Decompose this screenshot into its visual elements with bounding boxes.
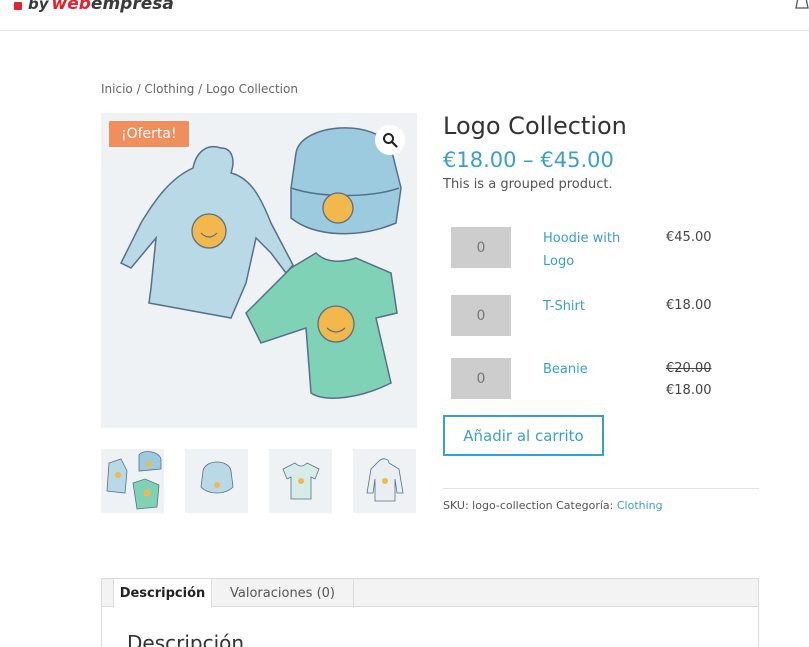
product-illustration: [119, 127, 402, 399]
thumbnail-gallery: [101, 449, 417, 513]
tab-reviews[interactable]: Valoraciones (0): [212, 579, 354, 608]
top-bar: by web empresa: [0, 0, 809, 31]
grouped-item-link[interactable]: T-Shirt: [543, 295, 643, 318]
logo-empresa: empresa: [90, 0, 174, 14]
site-logo[interactable]: by web empresa: [14, 0, 174, 14]
quantity-input[interactable]: 0: [451, 227, 511, 268]
cart-icon[interactable]: [795, 0, 809, 10]
grouped-item-price: €45.00: [666, 230, 712, 245]
grouped-item-name-line: Hoodie with: [543, 231, 621, 246]
logo-mark-icon: [14, 2, 22, 10]
tab-description[interactable]: Descripción: [114, 579, 212, 608]
divider: [443, 488, 759, 489]
price-high: €45.00: [540, 148, 614, 172]
product-main-image[interactable]: ¡Oferta!: [101, 113, 417, 428]
grouped-item-link[interactable]: Hoodie with Logo: [543, 227, 643, 273]
price-low: €18.00: [443, 148, 517, 172]
quantity-input[interactable]: 0: [451, 295, 511, 336]
breadcrumb: Inicio / Clothing / Logo Collection: [101, 82, 298, 96]
grouped-item-name-line: Logo: [543, 254, 575, 269]
grouped-item-price: €18.00: [666, 298, 712, 313]
thumbnail-beanie[interactable]: [185, 449, 248, 513]
sale-price: €18.00: [666, 383, 712, 398]
zoom-button[interactable]: [375, 125, 405, 155]
tab-content-heading: Descripción: [127, 631, 245, 647]
old-price: €20.00: [666, 361, 712, 376]
sku-value: logo-collection: [472, 499, 553, 512]
price-separator: –: [523, 148, 534, 172]
product-price-range: €18.00 – €45.00: [443, 148, 614, 172]
thumbnail-hoodie[interactable]: [353, 449, 416, 513]
grouped-item-link[interactable]: Beanie: [543, 358, 643, 381]
quantity-input[interactable]: 0: [451, 358, 511, 399]
category-label: Categoría:: [556, 499, 614, 512]
thumbnail-collection[interactable]: [101, 449, 164, 513]
sale-badge: ¡Oferta!: [109, 121, 189, 147]
product-title: Logo Collection: [443, 112, 627, 140]
sku-label: SKU:: [443, 499, 469, 512]
tabs-spacer: [102, 579, 114, 608]
product-tabs: Descripción Valoraciones (0) Descripción: [101, 578, 759, 647]
tabs-bar: Descripción Valoraciones (0): [102, 579, 758, 608]
product-meta: SKU: logo-collection Categoría: Clothing: [443, 499, 663, 512]
grouped-item-price: €20.00 €18.00: [666, 358, 712, 402]
add-to-cart-button[interactable]: Añadir al carrito: [443, 415, 604, 456]
logo-by: by: [28, 0, 49, 13]
short-description: This is a grouped product.: [443, 177, 613, 192]
magnifier-icon: [383, 133, 398, 148]
thumbnail-tshirt[interactable]: [269, 449, 332, 513]
logo-web: web: [51, 0, 91, 14]
category-link[interactable]: Clothing: [617, 499, 663, 512]
